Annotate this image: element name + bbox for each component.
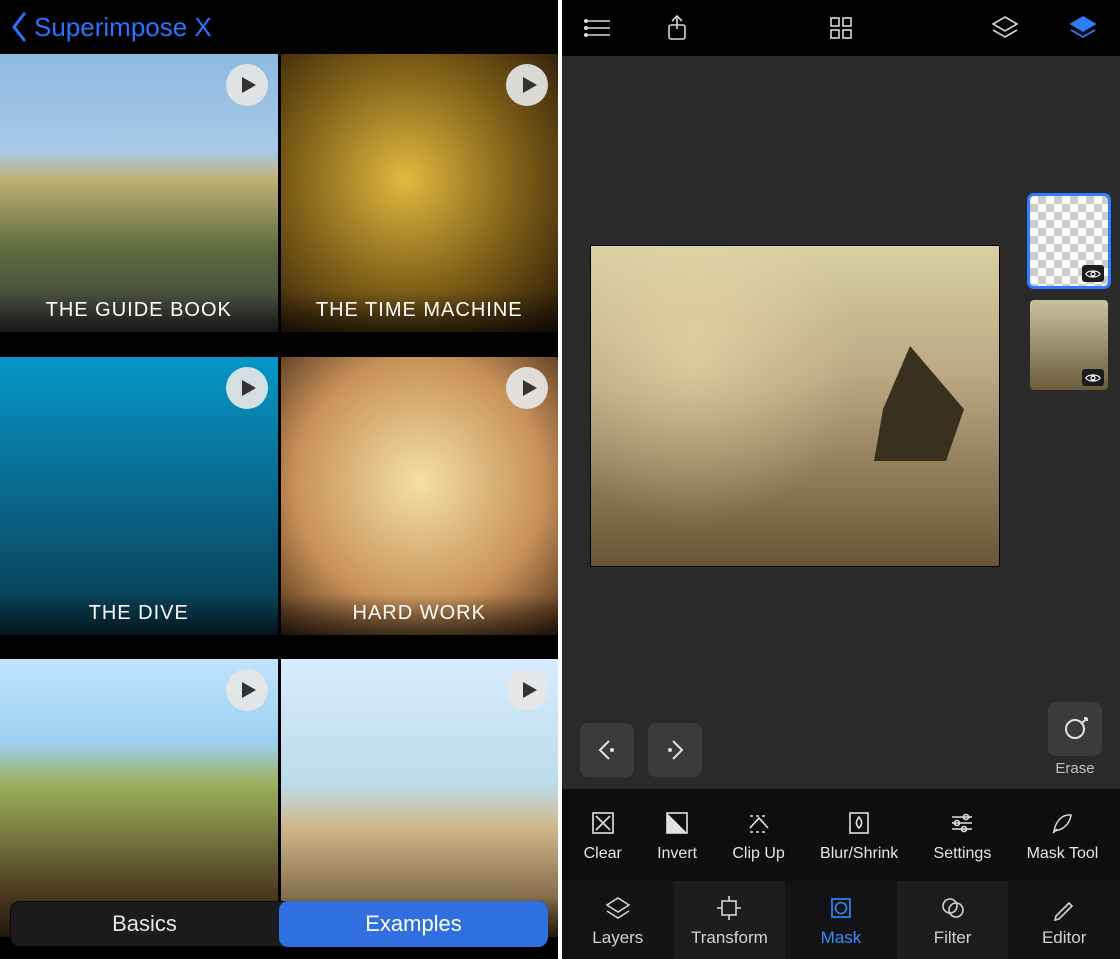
tool-masktool[interactable]: Mask Tool — [1027, 808, 1099, 863]
eye-icon[interactable] — [1082, 265, 1104, 282]
tool-clipup[interactable]: Clip Up — [732, 808, 784, 863]
erase-label: Erase — [1055, 760, 1094, 777]
tool-label: Clip Up — [732, 845, 784, 863]
tool-settings[interactable]: Settings — [934, 808, 992, 863]
mask-tools: Clear Invert Clip Up Blur/Shrink Setting… — [562, 789, 1120, 881]
tab-label: Filter — [934, 928, 972, 948]
tab-filter[interactable]: Filter — [897, 881, 1009, 959]
tab-label: Mask — [821, 928, 862, 948]
play-icon[interactable] — [506, 669, 548, 711]
canvas[interactable]: Erase — [562, 56, 1120, 789]
play-icon[interactable] — [226, 367, 268, 409]
example-card[interactable]: THE TIME MACHINE — [281, 54, 559, 332]
layers-icon[interactable] — [988, 11, 1022, 45]
examples-panel: Superimpose X THE GUIDE BOOK THE TIME MA… — [0, 0, 558, 959]
tool-blurshrink[interactable]: Blur/Shrink — [820, 808, 898, 863]
tab-transform[interactable]: Transform — [674, 881, 786, 959]
tool-clear[interactable]: Clear — [584, 808, 622, 863]
tab-label: Layers — [592, 928, 643, 948]
eye-icon[interactable] — [1082, 369, 1104, 386]
tool-invert[interactable]: Invert — [657, 808, 697, 863]
tool-label: Settings — [934, 845, 992, 863]
layer-strip — [1030, 196, 1108, 390]
redo-button[interactable] — [648, 723, 702, 777]
tool-label: Mask Tool — [1027, 845, 1099, 863]
example-title: THE TIME MACHINE — [281, 291, 559, 332]
play-icon[interactable] — [506, 64, 548, 106]
list-icon[interactable] — [582, 11, 616, 45]
examples-grid: THE GUIDE BOOK THE TIME MACHINE THE DIVE… — [0, 54, 558, 959]
tool-label: Clear — [584, 845, 622, 863]
example-title: THE GUIDE BOOK — [0, 291, 278, 332]
example-title: HARD WORK — [281, 594, 559, 635]
example-card[interactable]: YOGA — [0, 659, 278, 937]
bottom-tabs: Layers Transform Mask Filter Editor — [562, 881, 1120, 959]
tool-label: Blur/Shrink — [820, 845, 898, 863]
example-title: THE DIVE — [0, 594, 278, 635]
tab-mask[interactable]: Mask — [785, 881, 897, 959]
tab-label: Editor — [1042, 928, 1086, 948]
tab-layers[interactable]: Layers — [562, 881, 674, 959]
back-label: Superimpose X — [34, 12, 212, 43]
canvas-image — [591, 246, 999, 566]
example-card[interactable]: BY THE WATER — [281, 659, 559, 937]
back-button[interactable]: Superimpose X — [10, 12, 212, 43]
editor-panel: Erase Clear Invert Clip Up Blur/Shrink S… — [562, 0, 1120, 959]
tool-label: Invert — [657, 845, 697, 863]
seg-basics[interactable]: Basics — [10, 901, 279, 947]
tab-editor[interactable]: Editor — [1008, 881, 1120, 959]
layer-thumb-bg[interactable] — [1030, 300, 1108, 390]
play-icon[interactable] — [506, 367, 548, 409]
play-icon[interactable] — [226, 669, 268, 711]
left-header: Superimpose X — [0, 0, 558, 54]
example-card[interactable]: HARD WORK — [281, 357, 559, 635]
erase-button[interactable] — [1048, 702, 1102, 756]
canvas-bottom: Erase — [580, 702, 1102, 777]
share-icon[interactable] — [660, 11, 694, 45]
layers-active-icon[interactable] — [1066, 11, 1100, 45]
seg-control: Basics Examples — [10, 901, 548, 947]
play-icon[interactable] — [226, 64, 268, 106]
example-card[interactable]: THE DIVE — [0, 357, 278, 635]
tab-label: Transform — [691, 928, 768, 948]
undo-button[interactable] — [580, 723, 634, 777]
seg-examples[interactable]: Examples — [279, 901, 548, 947]
example-card[interactable]: THE GUIDE BOOK — [0, 54, 278, 332]
layer-thumb-top[interactable] — [1030, 196, 1108, 286]
top-toolbar — [562, 0, 1120, 56]
grid-icon[interactable] — [824, 11, 858, 45]
